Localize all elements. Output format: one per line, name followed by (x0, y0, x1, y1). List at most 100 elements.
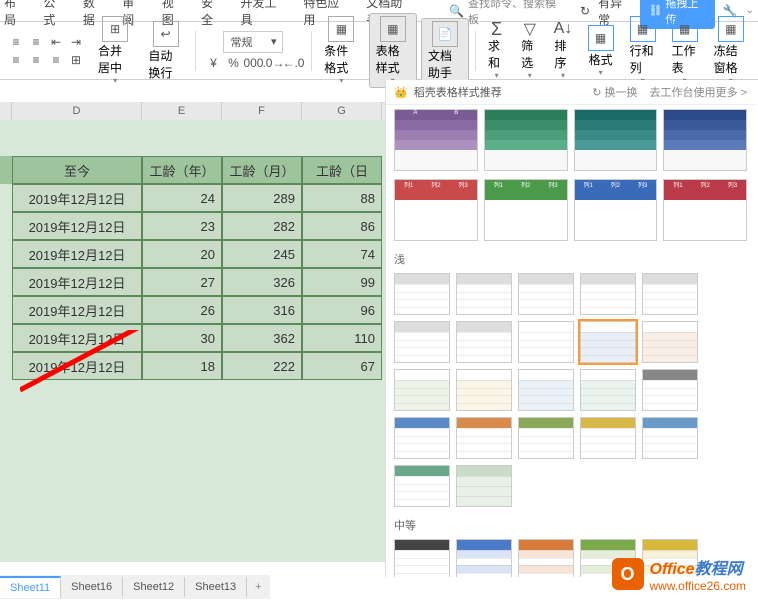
cell[interactable]: 2019年12月12日 (12, 268, 142, 296)
cell[interactable]: 2019年12月12日 (12, 212, 142, 240)
cell[interactable]: 88 (302, 184, 382, 212)
auto-wrap-button[interactable]: ↩ 自动换行 (142, 19, 188, 83)
style-thumb[interactable] (456, 465, 512, 507)
cell[interactable]: 20 (142, 240, 222, 268)
style-thumb[interactable] (580, 273, 636, 315)
table-style-button[interactable]: ▦ 表格样式 ▾ (369, 13, 417, 88)
style-thumb[interactable] (456, 539, 512, 577)
worksheet[interactable]: D E F G 至今 工龄（年） 工龄（月） 工龄（日 2019年12月12日 … (0, 102, 385, 562)
header-cell[interactable]: 工龄（年） (142, 156, 222, 184)
cloud-sync-icon[interactable]: ↻ (580, 4, 590, 18)
style-thumb[interactable] (394, 539, 450, 577)
col-f[interactable]: F (222, 102, 302, 120)
cell[interactable]: 23 (142, 212, 222, 240)
style-thumb[interactable] (642, 273, 698, 315)
doc-assist-button[interactable]: 📄 文档助手 (421, 18, 469, 84)
header-cell[interactable]: 至今 (12, 156, 142, 184)
align-center-icon[interactable]: ≡ (28, 52, 44, 68)
sheet-tab[interactable]: Sheet12 (123, 577, 185, 597)
style-thumb[interactable]: 列1列2列3 (574, 179, 658, 241)
cell[interactable]: 2019年12月12日 (12, 324, 142, 352)
style-thumb[interactable] (574, 109, 658, 171)
align-right-icon[interactable]: ≡ (48, 52, 64, 68)
align-left-icon[interactable]: ≡ (8, 52, 24, 68)
sort-button[interactable]: A↓ 排序 ▾ (548, 19, 577, 82)
comma-icon[interactable]: 000 (245, 55, 261, 71)
cell[interactable]: 18 (142, 352, 222, 380)
cell[interactable]: 30 (142, 324, 222, 352)
cell[interactable]: 326 (222, 268, 302, 296)
currency-icon[interactable]: ¥ (205, 55, 221, 71)
style-thumb[interactable] (518, 417, 574, 459)
style-thumb[interactable] (394, 369, 450, 411)
align-mid-icon[interactable]: ≡ (28, 34, 44, 50)
cell[interactable]: 67 (302, 352, 382, 380)
cell[interactable]: 289 (222, 184, 302, 212)
cell[interactable]: 316 (222, 296, 302, 324)
cell[interactable]: 96 (302, 296, 382, 324)
style-thumb[interactable] (394, 321, 450, 363)
style-thumb[interactable] (580, 369, 636, 411)
cell[interactable]: 362 (222, 324, 302, 352)
style-thumb[interactable] (518, 369, 574, 411)
rowcol-button[interactable]: ▦ 行和列 ▾ (624, 14, 662, 87)
more-link[interactable]: 去工作台使用更多 > (650, 84, 747, 100)
add-sheet-button[interactable]: + (247, 581, 269, 593)
style-thumb[interactable] (518, 273, 574, 315)
filter-button[interactable]: ▽ 筛选 ▾ (515, 19, 544, 82)
inc-decimal-icon[interactable]: .0→ (265, 55, 281, 71)
format-button[interactable]: ▦ 格式 ▾ (582, 23, 620, 79)
style-thumb[interactable] (663, 109, 747, 171)
sheet-tab[interactable]: Sheet13 (185, 577, 247, 597)
refresh-link[interactable]: ↻ 换一换 (592, 84, 637, 100)
style-thumb[interactable]: AB (394, 109, 478, 171)
cell[interactable]: 24 (142, 184, 222, 212)
cell[interactable]: 2019年12月12日 (12, 184, 142, 212)
cell[interactable]: 245 (222, 240, 302, 268)
col-e[interactable]: E (142, 102, 222, 120)
header-cell[interactable]: 工龄（日 (302, 156, 382, 184)
style-thumb[interactable] (456, 369, 512, 411)
style-thumb[interactable]: 列1列2列3 (663, 179, 747, 241)
percent-icon[interactable]: % (225, 55, 241, 71)
cell[interactable]: 26 (142, 296, 222, 324)
style-thumb[interactable] (456, 273, 512, 315)
menu-security[interactable]: 安全 (201, 0, 224, 28)
dec-decimal-icon[interactable]: ←.0 (285, 55, 301, 71)
cell[interactable]: 2019年12月12日 (12, 240, 142, 268)
style-thumb[interactable] (642, 369, 698, 411)
menu-formula[interactable]: 公式 (43, 0, 66, 28)
style-thumb[interactable] (518, 539, 574, 577)
freeze-button[interactable]: ▦ 冻结窗格 ▾ (708, 14, 754, 87)
cell[interactable]: 27 (142, 268, 222, 296)
cell[interactable]: 86 (302, 212, 382, 240)
style-thumb[interactable] (580, 321, 636, 363)
cell[interactable]: 2019年12月12日 (12, 296, 142, 324)
cell[interactable]: 99 (302, 268, 382, 296)
style-thumb[interactable] (456, 321, 512, 363)
cell[interactable]: 2019年12月12日 (12, 352, 142, 380)
cell[interactable]: 282 (222, 212, 302, 240)
style-thumb[interactable] (456, 417, 512, 459)
style-thumb[interactable] (394, 273, 450, 315)
style-thumb[interactable]: 列1列2列3 (394, 179, 478, 241)
sum-button[interactable]: Σ 求和 ▾ (482, 19, 511, 82)
style-thumb[interactable] (394, 417, 450, 459)
merge-center-button[interactable]: ⊞ 合并居中 ▾ (92, 14, 138, 87)
merge-split-icon[interactable]: ⊞ (68, 52, 84, 68)
sheet-tab[interactable]: Sheet11 (0, 576, 61, 598)
align-top-icon[interactable]: ≡ (8, 34, 24, 50)
indent-inc-icon[interactable]: ⇥ (68, 34, 84, 50)
style-thumb[interactable] (580, 417, 636, 459)
cell[interactable]: 110 (302, 324, 382, 352)
col-d[interactable]: D (12, 102, 142, 120)
indent-dec-icon[interactable]: ⇤ (48, 34, 64, 50)
menu-devtools[interactable]: 开发工具 (241, 0, 288, 28)
header-cell[interactable]: 工龄（月） (222, 156, 302, 184)
cell[interactable]: 74 (302, 240, 382, 268)
style-thumb[interactable] (642, 321, 698, 363)
sheet-tab[interactable]: Sheet16 (61, 577, 123, 597)
style-thumb[interactable] (394, 465, 450, 507)
style-thumb[interactable]: 列1列2列3 (484, 179, 568, 241)
menu-layout[interactable]: 布局 (4, 0, 27, 28)
